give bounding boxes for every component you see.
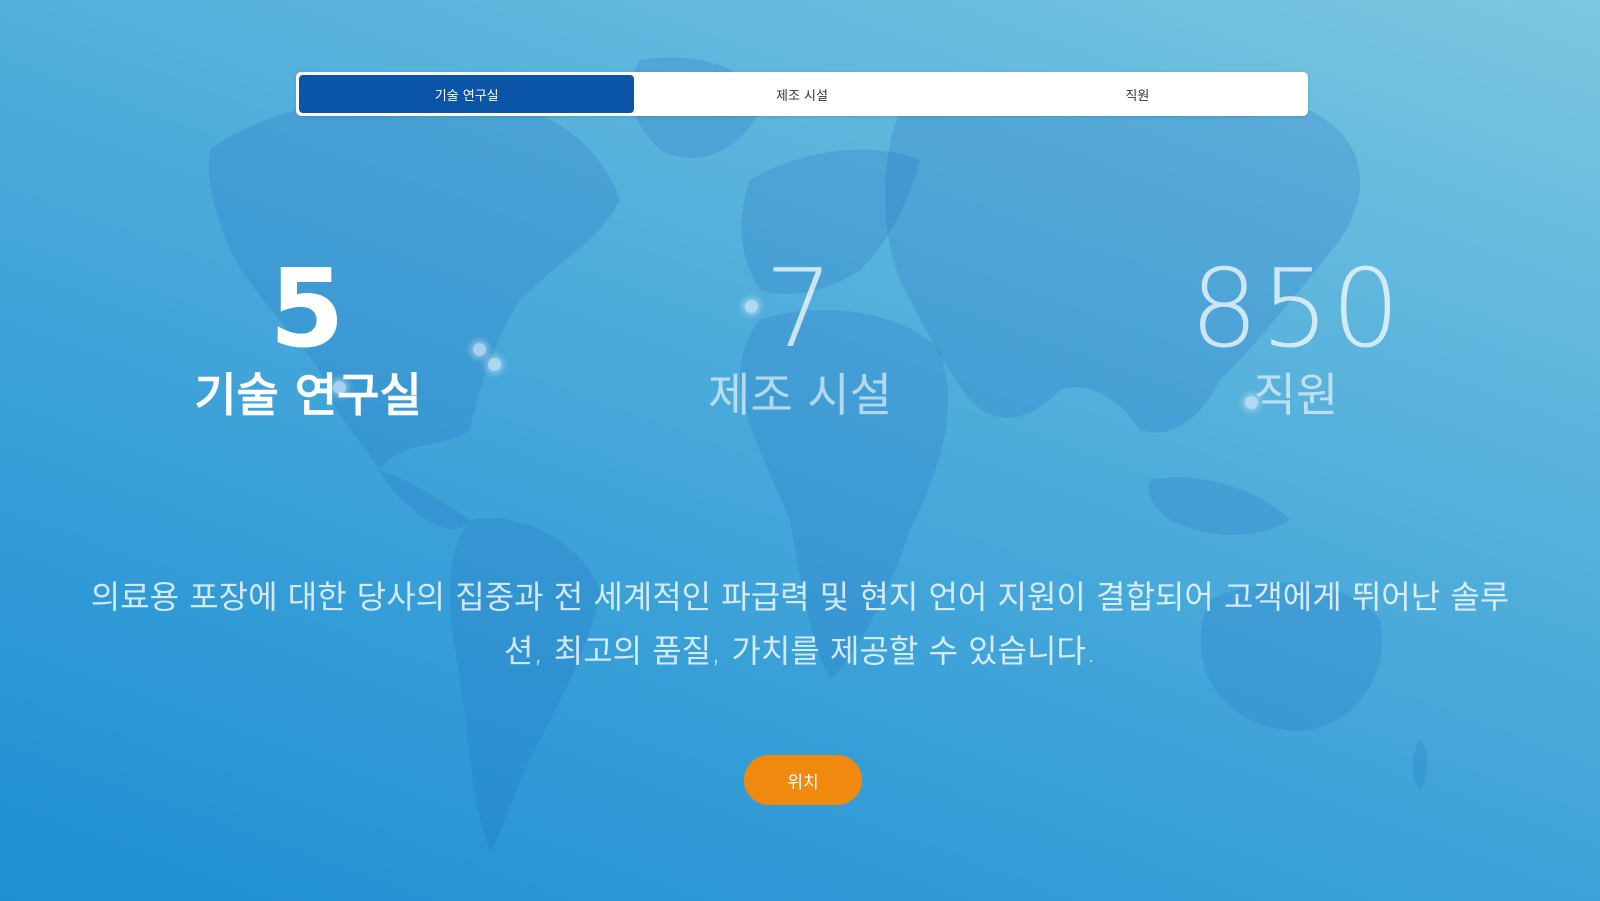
stat-employees: 850 직원	[1086, 255, 1506, 423]
stat-label: 기술 연구실	[194, 368, 422, 422]
description-text: 의료용 포장에 대한 당사의 집중과 전 세계적인 파급력 및 현지 언어 지원…	[90, 578, 1510, 670]
location-marker-dot	[745, 300, 758, 313]
stat-label: 제조 시설	[708, 368, 892, 422]
stat-manufacturing: 7 제조 시설	[590, 255, 1010, 423]
stat-number: 7	[764, 247, 836, 372]
stat-tech-labs: 5 기술 연구실	[98, 255, 518, 423]
stat-number: 850	[1189, 247, 1403, 372]
tab-employees[interactable]: 직원	[970, 75, 1305, 113]
stat-label: 직원	[1253, 368, 1339, 422]
tab-tech-labs[interactable]: 기술 연구실	[299, 75, 635, 113]
category-tabs: 기술 연구실 제조 시설 직원	[296, 72, 1308, 116]
location-marker-dot	[473, 343, 486, 356]
stat-number: 5	[269, 247, 347, 372]
location-marker-dot	[333, 381, 346, 394]
location-button[interactable]: 위치	[744, 755, 862, 805]
location-marker-dot	[488, 358, 501, 371]
tab-manufacturing[interactable]: 제조 시설	[634, 75, 969, 113]
location-marker-dot	[1245, 396, 1258, 409]
